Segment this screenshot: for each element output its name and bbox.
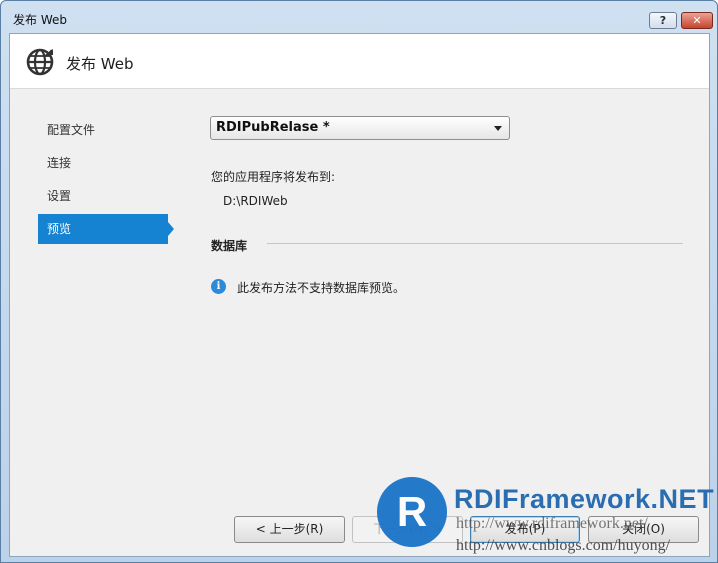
page-title: 发布 Web xyxy=(66,55,134,73)
destination-label: 您的应用程序将发布到: xyxy=(211,170,336,184)
publish-web-window: 发布 Web ? ✕ 发布 Web 配置文件 连接 设置 预览 RDIPubRe… xyxy=(0,0,718,563)
database-section-header: 数据库 xyxy=(211,239,248,253)
destination-path: D:\RDIWeb xyxy=(223,194,288,208)
globe-publish-icon xyxy=(26,48,54,76)
close-button[interactable]: 关闭(O) xyxy=(588,516,699,543)
dialog-header: 发布 Web xyxy=(10,34,709,89)
next-button[interactable]: 下一步(N) > xyxy=(352,516,463,543)
active-nav-pointer xyxy=(168,222,174,236)
close-icon: ✕ xyxy=(692,14,702,27)
help-button[interactable]: ? xyxy=(649,12,677,29)
sidebar-item-preview[interactable]: 预览 xyxy=(38,214,168,244)
window-close-button[interactable]: ✕ xyxy=(681,12,713,29)
sidebar-item-settings[interactable]: 设置 xyxy=(38,181,168,211)
profile-dropdown-value: RDIPubRelase * xyxy=(216,120,330,135)
profile-dropdown[interactable]: RDIPubRelase * xyxy=(210,116,510,140)
help-icon: ? xyxy=(659,14,667,27)
info-icon: i xyxy=(211,279,226,294)
chevron-down-icon xyxy=(494,126,502,131)
publish-button[interactable]: 发布(P) xyxy=(470,516,580,543)
section-divider xyxy=(267,243,683,244)
dialog-body: 发布 Web 配置文件 连接 设置 预览 RDIPubRelase * 您的应用… xyxy=(9,33,710,557)
sidebar-item-profile[interactable]: 配置文件 xyxy=(38,115,168,145)
title-bar[interactable]: 发布 Web ? ✕ xyxy=(1,1,717,33)
previous-button[interactable]: < 上一步(R) xyxy=(234,516,345,543)
window-title: 发布 Web xyxy=(13,13,67,27)
sidebar-item-connection[interactable]: 连接 xyxy=(38,148,168,178)
database-preview-message: 此发布方法不支持数据库预览。 xyxy=(237,281,406,295)
